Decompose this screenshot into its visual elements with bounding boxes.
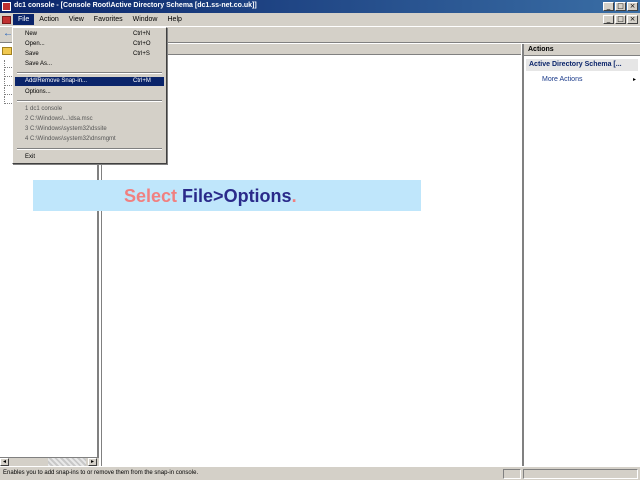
- menu-item-add-remove-snap-in[interactable]: Add/Remove Snap-in... Ctrl+M: [15, 77, 164, 86]
- status-segment: [503, 469, 521, 479]
- status-text: Enables you to add snap-ins to or remove…: [3, 470, 199, 476]
- scroll-left-arrow-icon[interactable]: ◂: [0, 458, 9, 466]
- maximize-button[interactable]: □: [615, 2, 626, 11]
- menu-item-open[interactable]: Open... Ctrl+O: [15, 40, 164, 49]
- menu-item-recent-3[interactable]: 3 C:\Windows\system32\dssite: [15, 125, 164, 134]
- doc-close-button[interactable]: ×: [627, 15, 638, 24]
- menu-view[interactable]: View: [64, 14, 89, 25]
- scroll-thumb[interactable]: [48, 458, 86, 466]
- window-title: dc1 console - [Console Root\Active Direc…: [14, 2, 257, 9]
- tree-connectors: [4, 60, 12, 105]
- menubar: File Action View Favorites Window Help _…: [0, 13, 640, 27]
- callout-text: Select File>Options.: [124, 186, 297, 206]
- window-controls: _ □ ×: [603, 2, 638, 11]
- actions-header: Actions: [524, 44, 640, 56]
- minimize-button[interactable]: _: [603, 2, 614, 11]
- app-icon: [2, 2, 11, 11]
- menu-separator: [17, 72, 162, 74]
- menu-item-new[interactable]: New Ctrl+N: [15, 30, 164, 39]
- menu-window[interactable]: Window: [128, 14, 163, 25]
- menu-item-recent-2[interactable]: 2 C:\Windows\...\dsa.msc: [15, 115, 164, 124]
- menu-item-options[interactable]: Options...: [15, 88, 164, 97]
- file-menu-dropdown: New Ctrl+N Open... Ctrl+O Save Ctrl+S Sa…: [12, 27, 167, 164]
- menu-favorites[interactable]: Favorites: [89, 14, 128, 25]
- menu-item-exit[interactable]: Exit: [15, 153, 164, 162]
- menu-action[interactable]: Action: [34, 14, 63, 25]
- document-icon[interactable]: [2, 16, 11, 24]
- menu-item-save-as[interactable]: Save As...: [15, 60, 164, 69]
- close-button[interactable]: ×: [627, 2, 638, 11]
- status-bar: Enables you to add snap-ins to or remove…: [0, 466, 640, 480]
- menu-item-recent-1[interactable]: 1 dc1 console: [15, 105, 164, 114]
- more-actions-link[interactable]: More Actions: [542, 76, 582, 83]
- menu-separator: [17, 148, 162, 150]
- actions-section-title[interactable]: Active Directory Schema [...: [526, 59, 638, 71]
- status-segment: [523, 469, 638, 479]
- menu-item-recent-4[interactable]: 4 C:\Windows\system32\dnsmgmt: [15, 135, 164, 144]
- submenu-arrow-icon: ▸: [632, 77, 636, 83]
- doc-minimize-button[interactable]: _: [603, 15, 614, 24]
- menu-separator: [17, 100, 162, 102]
- scroll-right-arrow-icon[interactable]: ▸: [88, 458, 97, 466]
- folder-icon: [2, 47, 12, 55]
- doc-restore-button[interactable]: □: [615, 15, 626, 24]
- menu-file[interactable]: File: [13, 14, 35, 25]
- tree-horizontal-scrollbar[interactable]: ◂ ▸: [0, 457, 99, 466]
- menu-help[interactable]: Help: [163, 14, 187, 25]
- instruction-callout: Select File>Options.: [33, 180, 421, 211]
- actions-pane: Actions Active Directory Schema [... Mor…: [522, 44, 640, 466]
- menu-item-save[interactable]: Save Ctrl+S: [15, 50, 164, 59]
- document-window-controls: _ □ ×: [603, 15, 638, 24]
- window-titlebar: dc1 console - [Console Root\Active Direc…: [0, 0, 640, 13]
